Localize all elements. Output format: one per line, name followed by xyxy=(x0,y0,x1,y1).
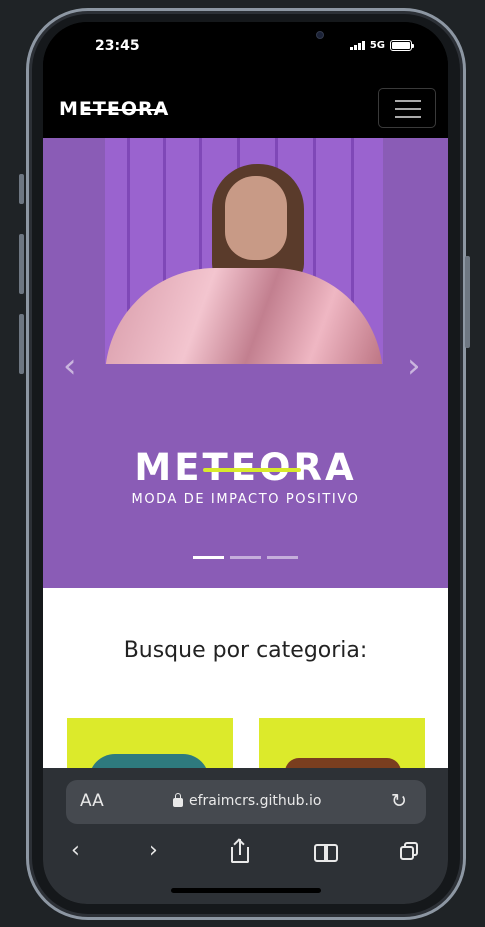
status-time: 23:45 xyxy=(95,38,140,54)
volume-up-button xyxy=(19,234,24,294)
chevron-left-icon[interactable]: ‹ xyxy=(63,346,77,386)
reload-icon[interactable]: ↻ xyxy=(391,790,407,812)
home-indicator[interactable] xyxy=(171,888,321,893)
back-icon[interactable]: ‹ xyxy=(71,838,80,863)
camera-icon xyxy=(316,31,324,39)
signal-icon xyxy=(349,41,365,50)
browser-chrome: AA efraimcrs.github.io ↻ ‹ › xyxy=(43,768,448,904)
section-title: Busque por categoria: xyxy=(123,638,368,663)
lock-icon xyxy=(173,793,183,807)
hero-carousel: ‹ › METEORA MODA DE IMPACTO POSITIVO xyxy=(43,138,448,588)
hamburger-icon xyxy=(395,100,421,102)
navbar: METEORA xyxy=(43,78,448,138)
carousel-indicator-2[interactable] xyxy=(230,556,261,559)
phone-screen: 23:45 5G METEORA ‹ › METEORA MODA DE IMP… xyxy=(43,22,448,904)
hero-photo xyxy=(105,138,383,364)
notch xyxy=(170,22,324,54)
volume-down-button xyxy=(19,314,24,374)
status-bar: 23:45 5G xyxy=(43,22,448,78)
text-size-button[interactable]: AA xyxy=(80,791,104,811)
main-content: Busque por categoria: xyxy=(43,588,448,788)
url-text: efraimcrs.github.io xyxy=(189,793,322,809)
chevron-right-icon[interactable]: › xyxy=(407,346,421,386)
status-indicators: 5G xyxy=(349,40,414,51)
brand-swoosh xyxy=(203,468,301,472)
menu-toggle-button[interactable] xyxy=(378,88,436,128)
logo-swoosh xyxy=(81,109,165,111)
hero-tagline: MODA DE IMPACTO POSITIVO xyxy=(131,492,360,507)
battery-icon xyxy=(390,40,414,51)
silent-switch xyxy=(19,174,24,204)
carousel-indicators xyxy=(193,556,298,559)
forward-icon[interactable]: › xyxy=(149,838,158,863)
bookmarks-icon[interactable] xyxy=(314,844,338,862)
carousel-indicator-1[interactable] xyxy=(193,556,224,559)
browser-toolbar: ‹ › xyxy=(43,838,448,868)
power-button xyxy=(465,256,470,348)
url-display[interactable]: efraimcrs.github.io xyxy=(173,793,321,809)
share-icon[interactable] xyxy=(231,838,249,863)
tabs-icon[interactable] xyxy=(400,842,420,862)
carousel-indicator-3[interactable] xyxy=(267,556,298,559)
network-type: 5G xyxy=(369,40,385,51)
address-bar[interactable]: AA efraimcrs.github.io ↻ xyxy=(66,780,426,824)
